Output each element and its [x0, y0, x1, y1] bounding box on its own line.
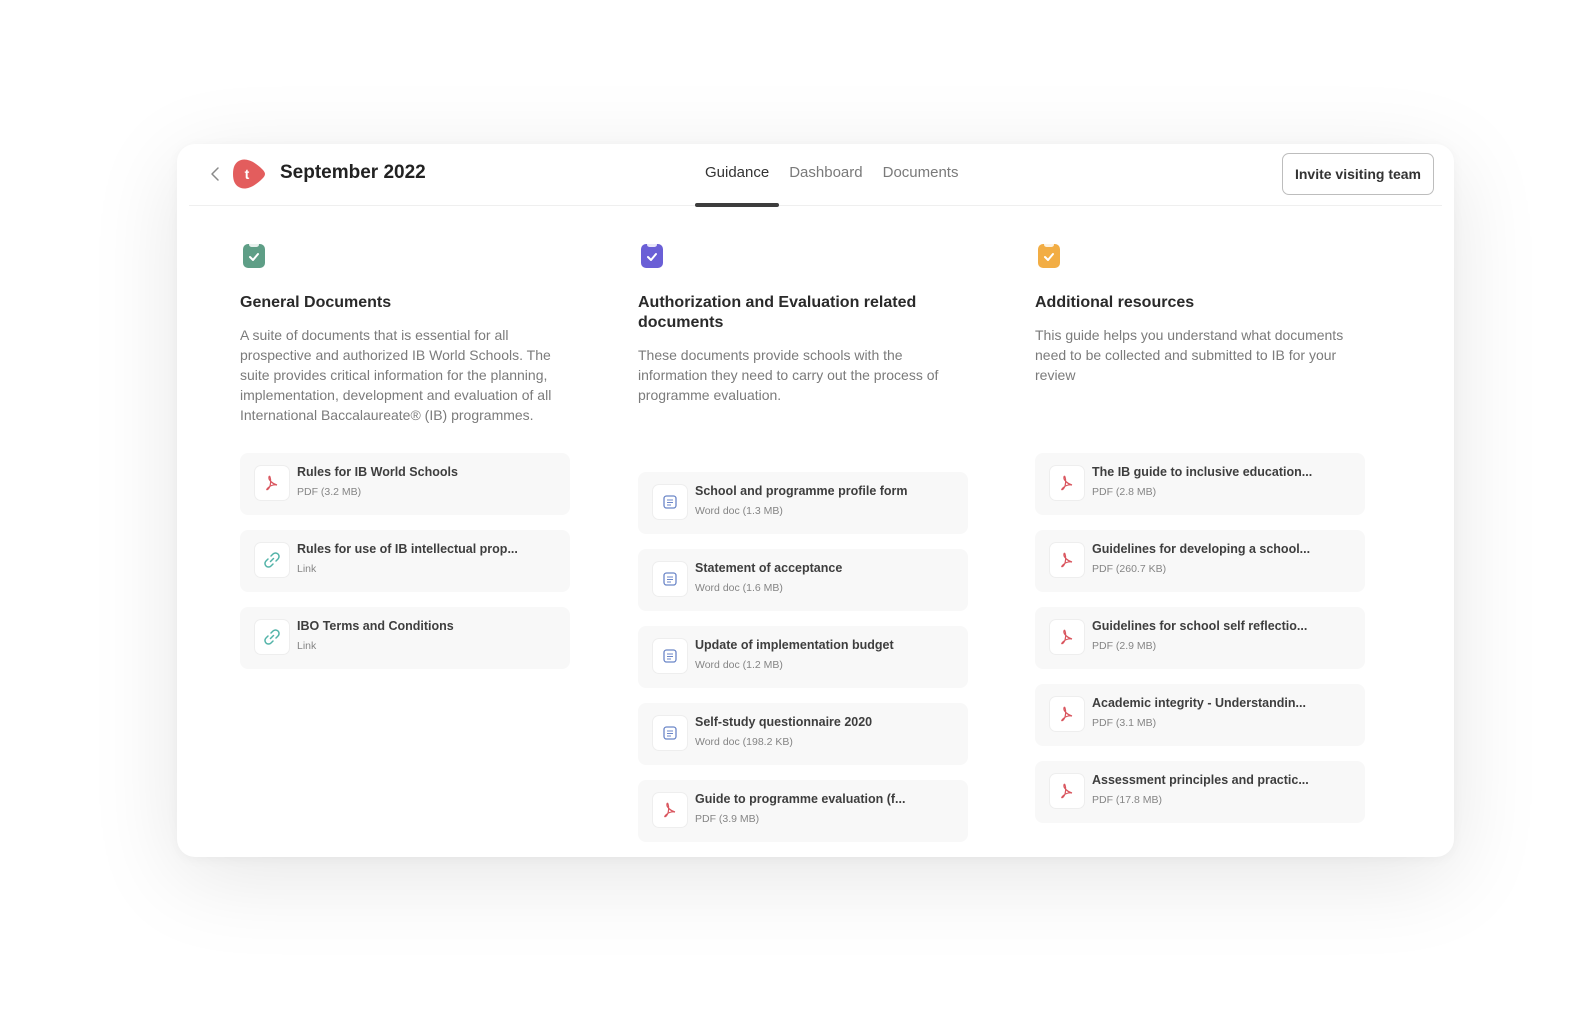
document-name: Self-study questionnaire 2020 [695, 715, 873, 729]
document-item[interactable]: School and programme profile form Word d… [638, 472, 968, 534]
pdf-icon [1049, 465, 1085, 501]
column-additional-resources: Additional resources This guide helps yo… [1035, 242, 1365, 823]
pdf-icon [652, 792, 688, 828]
document-item[interactable]: Guidelines for developing a school... PD… [1035, 530, 1365, 592]
link-icon [254, 542, 290, 578]
pdf-icon [1049, 542, 1085, 578]
link-icon [254, 619, 290, 655]
document-meta: Link [297, 640, 317, 652]
header: t September 2022 Guidance Dashboard Docu… [189, 144, 1442, 207]
document-icon [652, 715, 688, 751]
document-meta: Word doc (1.2 MB) [695, 659, 783, 671]
avatar-letter: t [245, 166, 250, 182]
pdf-icon [1049, 619, 1085, 655]
document-name: Guide to programme evaluation (f... [695, 792, 906, 806]
clipboard-check-icon [641, 242, 663, 268]
document-meta: Word doc (198.2 KB) [695, 736, 793, 748]
document-meta: PDF (260.7 KB) [1092, 563, 1167, 575]
page-title: September 2022 [280, 162, 426, 183]
section-description: These documents provide schools with the… [638, 347, 939, 403]
pdf-icon [1049, 696, 1085, 732]
document-meta: PDF (17.8 MB) [1092, 794, 1163, 806]
document-icon [652, 638, 688, 674]
tab-bar: Guidance Dashboard Documents [695, 144, 969, 207]
clipboard-check-icon [1038, 242, 1060, 268]
document-name: Rules for use of IB intellectual prop... [297, 542, 518, 556]
document-item[interactable]: Update of implementation budget Word doc… [638, 626, 968, 688]
tab-dashboard[interactable]: Dashboard [779, 144, 872, 206]
document-name: The IB guide to inclusive education... [1092, 465, 1313, 479]
chevron-left-icon [211, 167, 219, 181]
document-item[interactable]: Statement of acceptance Word doc (1.6 MB… [638, 549, 968, 611]
app-window: t September 2022 Guidance Dashboard Docu… [177, 144, 1454, 857]
document-item[interactable]: The IB guide to inclusive education... P… [1035, 453, 1365, 515]
section-description: This guide helps you understand what doc… [1035, 327, 1344, 383]
document-list: The IB guide to inclusive education... P… [1035, 453, 1365, 838]
document-item[interactable]: Rules for use of IB intellectual prop...… [240, 530, 570, 592]
document-item[interactable]: Self-study questionnaire 2020 Word doc (… [638, 703, 968, 765]
document-name: IBO Terms and Conditions [297, 619, 454, 633]
document-meta: Word doc (1.3 MB) [695, 505, 783, 517]
document-name: Guidelines for developing a school... [1092, 542, 1311, 556]
document-name: Rules for IB World Schools [297, 465, 458, 479]
document-item[interactable]: Assessment principles and practic... PDF… [1035, 761, 1365, 823]
document-icon [652, 484, 688, 520]
section-title: General Documents [240, 294, 392, 311]
document-meta: Link [297, 563, 317, 575]
document-name: Guidelines for school self reflectio... [1092, 619, 1308, 633]
document-meta: PDF (2.9 MB) [1092, 640, 1157, 652]
document-item[interactable]: IBO Terms and Conditions Link [240, 607, 570, 669]
document-item[interactable]: Academic integrity - Understandin... PDF… [1035, 684, 1365, 746]
document-name: Update of implementation budget [695, 638, 894, 652]
section-title: Additional resources [1035, 294, 1195, 311]
avatar: t [233, 159, 265, 189]
tab-guidance[interactable]: Guidance [695, 144, 780, 207]
document-item[interactable]: Rules for IB World Schools PDF (3.2 MB) [240, 453, 570, 515]
document-name: Assessment principles and practic... [1092, 773, 1309, 787]
section-title: Authorization and Evaluation related doc… [638, 294, 917, 331]
document-item[interactable]: Guidelines for school self reflectio... … [1035, 607, 1365, 669]
document-meta: PDF (3.2 MB) [297, 486, 362, 498]
document-name: School and programme profile form [695, 484, 908, 498]
document-list: Rules for IB World Schools PDF (3.2 MB) … [240, 453, 570, 684]
document-name: Statement of acceptance [695, 561, 843, 575]
document-meta: PDF (3.1 MB) [1092, 717, 1157, 729]
clipboard-check-icon [243, 242, 265, 268]
document-meta: PDF (3.9 MB) [695, 813, 760, 825]
pdf-icon [254, 465, 290, 501]
section-description: A suite of documents that is essential f… [240, 327, 552, 423]
document-meta: Word doc (1.6 MB) [695, 582, 783, 594]
tab-documents[interactable]: Documents [873, 144, 969, 206]
column-general-documents: General Documents A suite of documents t… [240, 242, 570, 669]
pdf-icon [1049, 773, 1085, 809]
document-name: Academic integrity - Understandin... [1092, 696, 1306, 710]
invite-visiting-team-button[interactable]: Invite visiting team [1282, 153, 1434, 195]
back-button[interactable] [205, 163, 225, 185]
document-meta: PDF (2.8 MB) [1092, 486, 1157, 498]
document-list: School and programme profile form Word d… [638, 472, 968, 857]
document-item[interactable]: Guide to programme evaluation (f... PDF … [638, 780, 968, 842]
column-authorization-evaluation: Authorization and Evaluation related doc… [638, 242, 968, 842]
document-icon [652, 561, 688, 597]
